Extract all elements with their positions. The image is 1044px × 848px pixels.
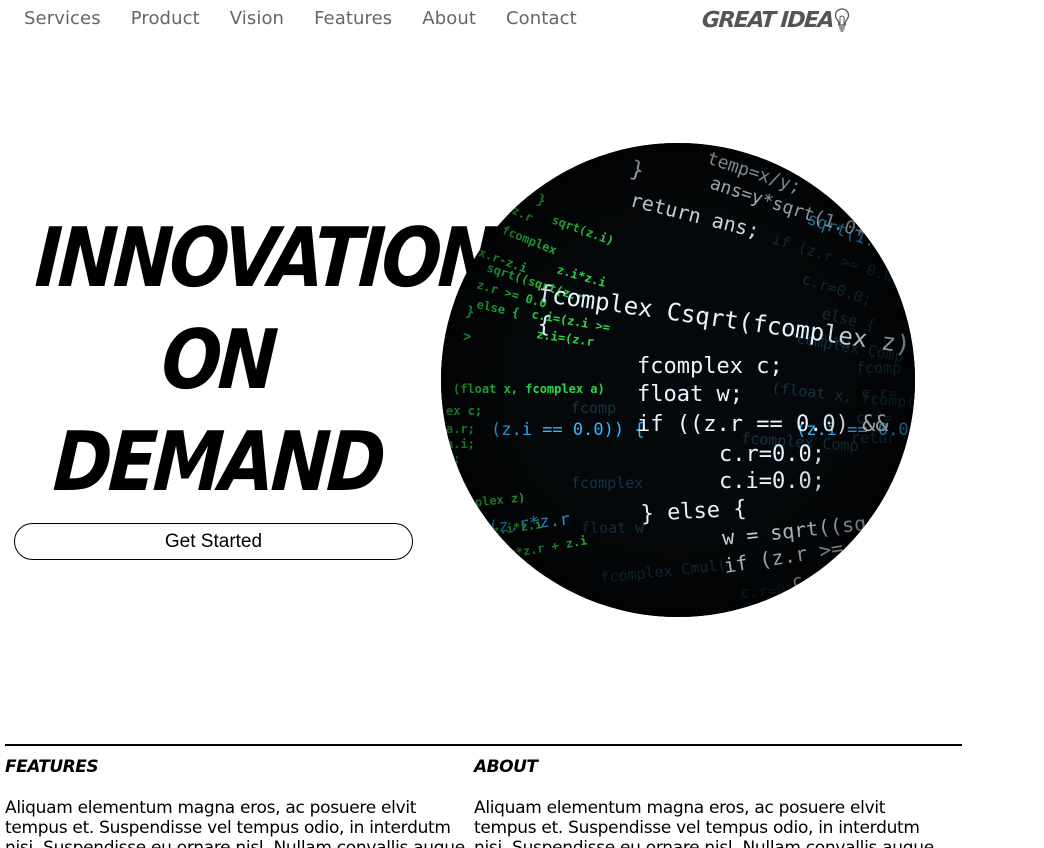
lightbulb-icon bbox=[834, 7, 850, 33]
nav-item-services[interactable]: Services bbox=[24, 8, 101, 29]
main-nav: Services Product Vision Features About C… bbox=[24, 4, 577, 32]
brand-logo[interactable]: GREAT IDEA bbox=[701, 5, 850, 35]
nav-item-product[interactable]: Product bbox=[131, 8, 200, 29]
about-body: Aliquam elementum magna eros, ac posuere… bbox=[474, 798, 934, 848]
hero-title-line-2: ON bbox=[159, 313, 277, 408]
nav-item-vision[interactable]: Vision bbox=[230, 8, 284, 29]
hero-title-line-1: INNOVATION bbox=[32, 211, 497, 306]
code-image: if (z.r >= 0.0) c.r=0.0; else { c.r = w;… bbox=[441, 143, 915, 617]
features-section: Features Aliquam elementum magna eros, a… bbox=[5, 756, 473, 848]
hero-title-line-3: DEMAND bbox=[50, 415, 386, 510]
logo-text: GREAT IDEA bbox=[701, 7, 834, 33]
features-heading: Features bbox=[5, 757, 99, 777]
hero-title: INNOVATION ON DEMAND bbox=[6, 208, 497, 514]
about-heading: About bbox=[474, 757, 538, 777]
features-body: Aliquam elementum magna eros, ac posuere… bbox=[5, 798, 465, 848]
nav-item-about[interactable]: About bbox=[422, 8, 476, 29]
svg-text:z.r*z.r: z.r*z.r bbox=[474, 562, 526, 586]
about-section: About Aliquam elementum magna eros, ac p… bbox=[474, 756, 942, 848]
get-started-button[interactable]: Get Started bbox=[14, 523, 413, 560]
nav-item-contact[interactable]: Contact bbox=[506, 8, 577, 29]
nav-item-features[interactable]: Features bbox=[314, 8, 392, 29]
section-divider bbox=[5, 744, 962, 746]
